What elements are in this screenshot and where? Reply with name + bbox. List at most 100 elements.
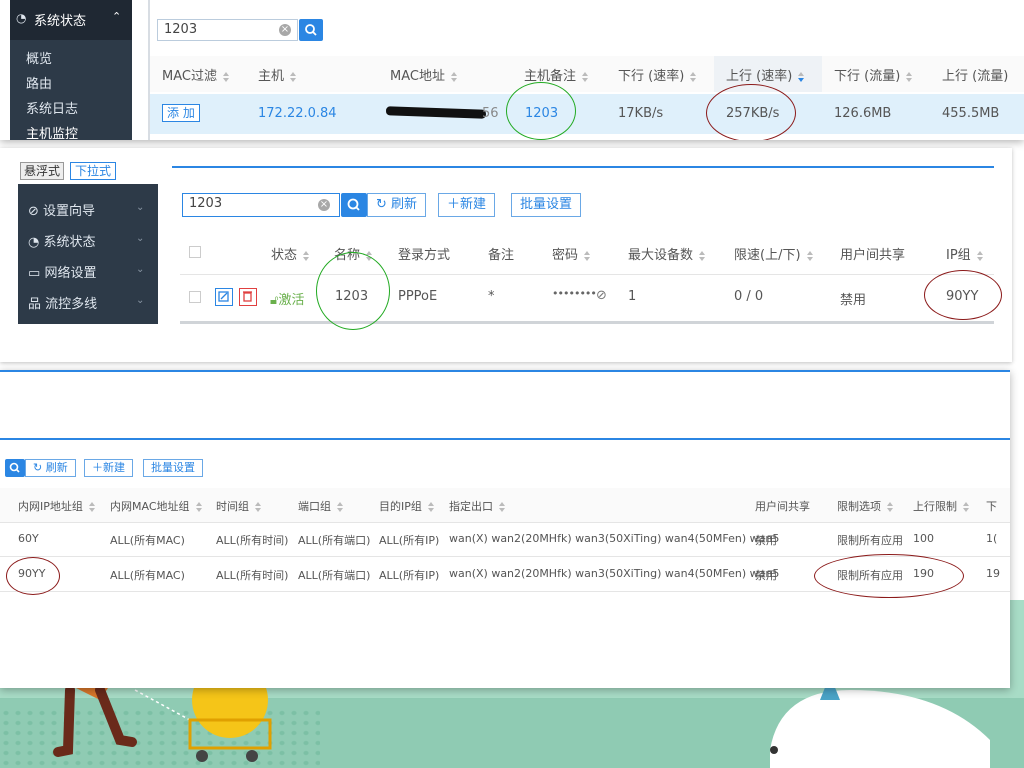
scrollbar[interactable]: [180, 321, 994, 324]
select-all-checkbox[interactable]: [189, 246, 201, 258]
search-button[interactable]: [5, 459, 25, 477]
section-accent-line: [0, 438, 1010, 440]
search-icon: [305, 24, 317, 36]
cell-port-group: ALL(所有端口): [298, 534, 371, 547]
col-mac[interactable]: MAC地址: [390, 65, 458, 84]
row-checkbox[interactable]: [189, 291, 201, 303]
col-up-flow[interactable]: 上行 (流量): [942, 65, 1008, 84]
col-host-note[interactable]: 主机备注: [524, 65, 589, 84]
col-lan-mac-group[interactable]: 内网MAC地址组: [110, 498, 203, 514]
col-host[interactable]: 主机: [258, 65, 297, 84]
up-flow-value: 455.5MB: [942, 106, 1000, 121]
new-button[interactable]: ＋新建: [84, 459, 133, 477]
col-ipgroup[interactable]: IP组: [946, 244, 984, 263]
cell-down-limit: 1(: [986, 532, 998, 545]
login-method: PPPoE: [398, 289, 438, 304]
cell-share: 禁用: [755, 534, 777, 547]
refresh-button[interactable]: ↻ 刷新: [367, 193, 427, 217]
dashboard-icon: ◔: [28, 235, 40, 250]
cell-dest-group: ALL(所有IP): [379, 534, 440, 547]
col-exit[interactable]: 指定出口: [449, 498, 506, 514]
add-button[interactable]: 添 加: [162, 104, 200, 122]
search-button[interactable]: [299, 19, 323, 41]
col-status[interactable]: 状态: [271, 244, 310, 263]
sidebar-item-host-monitor[interactable]: 主机监控: [26, 123, 78, 140]
down-rate-value: 17KB/s: [618, 106, 664, 121]
search-input[interactable]: 1203: [182, 193, 340, 217]
col-share[interactable]: 用户间共享: [755, 498, 810, 514]
col-down-rate[interactable]: 下行 (速率): [618, 65, 697, 84]
mac-tail: 56: [482, 106, 499, 121]
col-mac-filter[interactable]: MAC过滤: [162, 65, 230, 84]
clear-icon[interactable]: ×: [279, 24, 291, 36]
plus-icon: ＋: [447, 197, 461, 212]
cell-mac-group: ALL(所有MAC): [110, 569, 185, 582]
dashboard-icon: ◔: [16, 11, 27, 25]
cell-port-group: ALL(所有端口): [298, 569, 371, 582]
col-down-flow[interactable]: 下行 (流量): [834, 65, 913, 84]
cell-exit: wan(X) wan2(20MHfk) wan3(50XiTing) wan4(…: [449, 532, 780, 545]
search-icon: [9, 462, 20, 473]
trash-icon: [243, 291, 252, 302]
col-note[interactable]: 备注: [488, 244, 514, 263]
sidebar-item-route[interactable]: 路由: [26, 73, 52, 92]
col-dest-ip-group[interactable]: 目的IP组: [379, 498, 435, 514]
sidebar-item-setup-wizard[interactable]: ⊘ 设置向导: [28, 200, 95, 219]
col-max-devices[interactable]: 最大设备数: [628, 244, 706, 263]
sidebar-item-system-status[interactable]: ◔ 系统状态: [28, 231, 96, 250]
table-row[interactable]: 60Y ALL(所有MAC) ALL(所有时间) ALL(所有端口) ALL(所…: [0, 522, 1010, 556]
refresh-button[interactable]: ↻ 刷新: [25, 459, 76, 477]
tab-floating[interactable]: 悬浮式: [20, 162, 65, 180]
account-list-screenshot: 悬浮式 下拉式 ⊘ 设置向导 ◔ 系统状态 ▭ 网络设置 品 流控多线 ⌄ ⌄ …: [0, 148, 1012, 362]
sidebar-item-syslog[interactable]: 系统日志: [26, 98, 78, 117]
col-lan-ip-group[interactable]: 内网IP地址组: [18, 498, 96, 514]
sidebar-header[interactable]: ◔ 系统状态 ⌃: [10, 0, 132, 40]
batch-settings-button[interactable]: 批量设置: [511, 193, 582, 217]
chevron-down-icon: ⌄: [136, 264, 145, 275]
search-input[interactable]: 1203: [157, 19, 298, 41]
host-monitor-screenshot: ◔ 系统状态 ⌃ 概览 路由 系统日志 主机监控 1203 × MAC过滤 主机…: [0, 0, 1024, 140]
col-password[interactable]: 密码: [552, 244, 591, 263]
cell-share: 禁用: [755, 569, 777, 582]
col-port-group[interactable]: 端口组: [298, 498, 344, 514]
annotation-circle-red: [6, 557, 60, 595]
annotation-circle-green: [506, 82, 576, 140]
cell-dest-group: ALL(所有IP): [379, 569, 440, 582]
host-link[interactable]: 172.22.0.84: [258, 106, 337, 121]
col-time-group[interactable]: 时间组: [216, 498, 262, 514]
col-share[interactable]: 用户间共享: [840, 244, 905, 263]
flow-rule-screenshot: ↻ 刷新 ＋新建 批量设置 内网IP地址组 内网MAC地址组 时间组 端口组 目…: [0, 370, 1010, 688]
cell-mac-group: ALL(所有MAC): [110, 534, 185, 547]
col-down-limit[interactable]: 下: [986, 498, 997, 514]
batch-settings-button[interactable]: 批量设置: [143, 459, 203, 477]
col-limit-option[interactable]: 限制选项: [837, 498, 894, 514]
plus-icon: ＋: [92, 461, 103, 474]
new-button[interactable]: ＋新建: [438, 193, 496, 217]
sitemap-icon: 品: [28, 297, 42, 312]
refresh-icon: ↻: [33, 461, 43, 474]
sidebar-item-flow-control[interactable]: 品 流控多线: [28, 293, 97, 312]
delete-button[interactable]: [239, 288, 257, 306]
clear-icon[interactable]: ×: [318, 199, 330, 211]
col-up-limit[interactable]: 上行限制: [913, 498, 970, 514]
menu-style-tabs: 悬浮式 下拉式: [18, 160, 158, 184]
tab-dropdown[interactable]: 下拉式: [70, 162, 117, 180]
divider: [180, 274, 994, 275]
cell-up-limit: 100: [913, 532, 934, 545]
sidebar-item-network[interactable]: ▭ 网络设置: [28, 262, 96, 281]
sidebar-2: 悬浮式 下拉式 ⊘ 设置向导 ◔ 系统状态 ▭ 网络设置 品 流控多线 ⌄ ⌄ …: [18, 160, 158, 324]
col-up-rate[interactable]: 上行 (速率): [726, 65, 805, 84]
chevron-down-icon: ⌄: [136, 233, 145, 244]
top-accent-line: [172, 166, 994, 168]
eye-slash-icon[interactable]: ⊘: [596, 288, 607, 303]
annotation-circle-green: [316, 252, 390, 330]
col-login[interactable]: 登录方式: [398, 244, 450, 263]
annotation-circle-red: [814, 554, 964, 598]
edit-button[interactable]: [215, 288, 233, 306]
sidebar-item-overview[interactable]: 概览: [26, 48, 52, 67]
search-button[interactable]: [341, 193, 367, 217]
chevron-down-icon: ⌄: [136, 295, 145, 306]
speed-value: 0 / 0: [734, 289, 764, 304]
top-accent-line: [0, 370, 1010, 372]
col-speed[interactable]: 限速(上/下): [734, 244, 814, 263]
